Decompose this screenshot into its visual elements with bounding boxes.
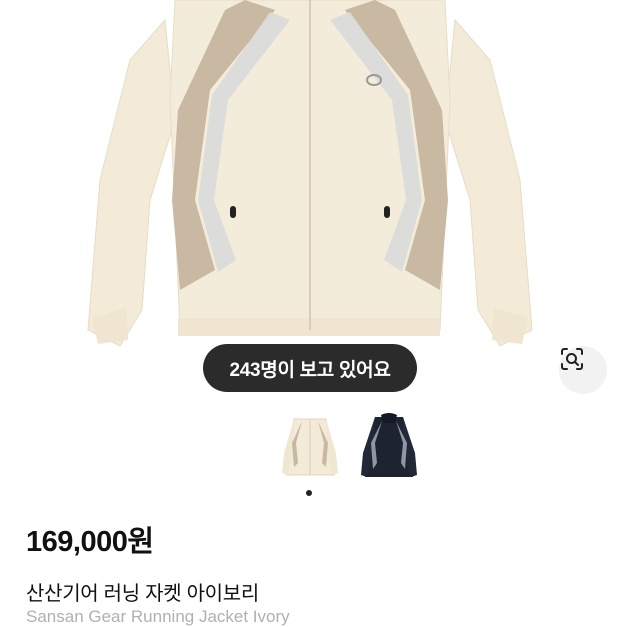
product-price: 169,000원 (26, 526, 154, 558)
thumbnail-navy[interactable] (355, 413, 423, 483)
product-image[interactable]: 243명이 보고 있어요 (0, 0, 620, 400)
viewers-count-badge: 243명이 보고 있어요 (203, 344, 417, 392)
navy-jacket-thumbnail (361, 413, 417, 477)
product-title-korean: 산산기어 러닝 자켓 아이보리 (26, 583, 259, 605)
thumbnail-ivory[interactable] (276, 413, 344, 483)
ivory-jacket-thumbnail (282, 418, 338, 476)
image-search-icon (561, 348, 583, 370)
thumbnail-strip (0, 413, 620, 485)
viewers-count-text: 243명이 보고 있어요 (229, 359, 391, 381)
ivory-jacket-image (87, 0, 533, 347)
page-indicator-dot (306, 490, 312, 496)
image-search-button[interactable] (559, 346, 607, 394)
product-title-english: Sansan Gear Running Jacket Ivory (26, 607, 290, 626)
